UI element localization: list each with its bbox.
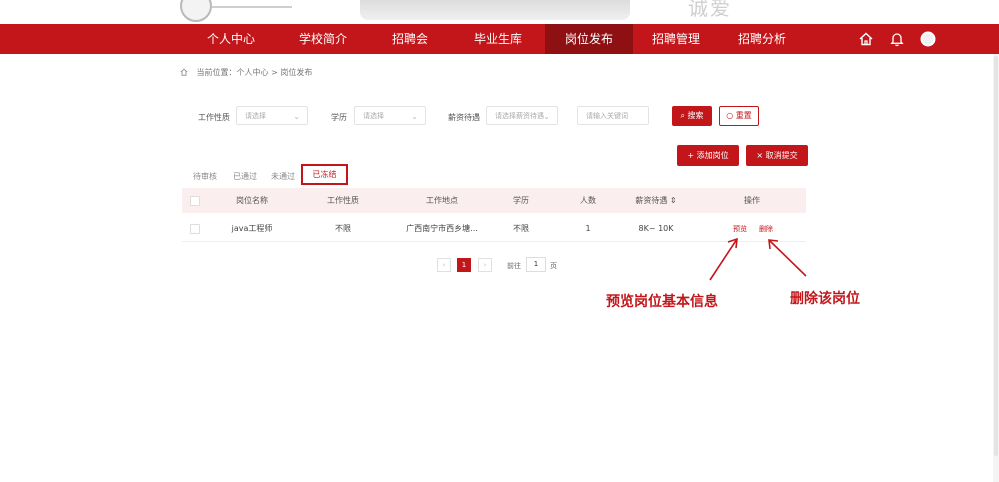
cell-count: 1 [585,224,591,233]
education-placeholder: 请选择 [363,112,384,120]
school-name-graphic [212,0,292,8]
header-actions: 操作 [744,196,760,205]
cell-salary: 8K~ 10K [638,224,674,233]
avatar[interactable] [920,31,936,47]
nav-item-graduate-library[interactable]: 毕业生库 [462,24,534,54]
bell-icon[interactable] [889,31,905,47]
search-icon: ⌕ [680,111,685,120]
nav-item-job-fair[interactable]: 招聘会 [374,24,446,54]
chevron-down-icon: ⌄ [543,112,550,121]
table-header: 岗位名称 工作性质 工作地点 学历 人数 薪资待遇 ⇕ 操作 [182,188,806,213]
cell-job-type: 不限 [335,224,351,233]
header-education: 学历 [513,196,529,205]
sort-icon[interactable]: ⇕ [670,196,677,205]
goto-prefix: 前往 [507,262,521,270]
keyword-placeholder: 请输入关键词 [586,112,628,120]
tab-frozen[interactable]: 已冻结 [301,164,348,185]
chevron-down-icon: ⌄ [293,112,300,121]
job-type-placeholder: 请选择 [245,112,266,120]
home-icon[interactable] [858,31,874,47]
reset-icon: ○ [726,111,734,120]
school-motto: 诚爱 [688,0,732,20]
nav-item-personal-center[interactable]: 个人中心 [195,24,267,54]
preview-link[interactable]: 预览 [733,224,747,234]
preview-arrow [709,238,738,281]
cell-education: 不限 [513,224,529,233]
goto-page-input[interactable]: 1 [526,257,546,272]
breadcrumb: 当前位置：个人中心 > 岗位发布 [180,67,312,78]
tab-rejected[interactable]: 未通过 [271,171,295,182]
keyword-input[interactable]: 请输入关键词 [577,106,649,125]
add-job-button-label: 添加岗位 [696,151,729,160]
delete-annotation: 删除该岗位 [790,291,860,307]
search-button[interactable]: ⌕ 搜索 [672,106,712,126]
delete-link[interactable]: 删除 [759,224,773,234]
campus-banner-image [360,0,630,20]
next-page-button[interactable]: › [478,258,492,272]
education-label: 学历 [331,113,347,122]
scrollbar-thumb[interactable] [994,56,998,456]
tab-approved[interactable]: 已通过 [233,171,257,182]
reset-button-label: 重置 [735,111,752,120]
row-checkbox[interactable] [190,224,200,234]
header-salary-label: 薪资待遇 [635,196,668,205]
school-logo [180,0,212,22]
chevron-down-icon: ⌄ [411,112,418,121]
nav-item-job-posting[interactable]: 岗位发布 [545,24,633,54]
current-page[interactable]: 1 [457,258,471,272]
job-type-label: 工作性质 [198,113,230,122]
header-job-name: 岗位名称 [236,196,268,205]
header-location: 工作地点 [426,196,458,205]
breadcrumb-path[interactable]: 个人中心 > 岗位发布 [237,68,313,77]
cell-job-name: java工程师 [231,224,273,233]
nav-item-recruitment-management[interactable]: 招聘管理 [640,24,712,54]
breadcrumb-home-icon [180,68,188,76]
table-row: java工程师 不限 广西南宁市西乡塘... 不限 1 8K~ 10K 预览 删… [182,216,806,242]
reset-button[interactable]: ○ 重置 [719,106,759,126]
delete-arrow [768,239,807,277]
add-job-button[interactable]: + 添加岗位 [677,145,739,166]
salary-label: 薪资待遇 [448,113,480,122]
close-icon: × [756,151,764,160]
cancel-submission-button[interactable]: × 取消提交 [746,145,808,166]
header-count: 人数 [580,196,596,205]
cell-location: 广西南宁市西乡塘... [406,224,478,233]
education-select[interactable]: 请选择 ⌄ [354,106,426,125]
goto-suffix: 页 [550,262,557,270]
cancel-submission-button-label: 取消提交 [765,151,798,160]
prev-page-button[interactable]: ‹ [437,258,451,272]
plus-icon: + [687,151,695,160]
header-salary[interactable]: 薪资待遇 ⇕ [626,188,686,213]
select-all-checkbox[interactable] [190,196,200,206]
breadcrumb-prefix: 当前位置： [196,68,237,77]
tab-pending[interactable]: 待审核 [193,171,217,182]
search-button-label: 搜索 [687,111,704,120]
header-job-type: 工作性质 [327,196,359,205]
nav-item-school-intro[interactable]: 学校简介 [287,24,359,54]
nav-item-recruitment-analysis[interactable]: 招聘分析 [726,24,798,54]
salary-placeholder: 请选择薪资待遇 [495,112,544,120]
salary-select[interactable]: 请选择薪资待遇 ⌄ [486,106,558,125]
job-type-select[interactable]: 请选择 ⌄ [236,106,308,125]
preview-annotation: 预览岗位基本信息 [606,294,718,310]
main-navbar: 个人中心 学校简介 招聘会 毕业生库 岗位发布 招聘管理 招聘分析 [0,24,999,54]
top-banner: 诚爱 [0,0,999,22]
